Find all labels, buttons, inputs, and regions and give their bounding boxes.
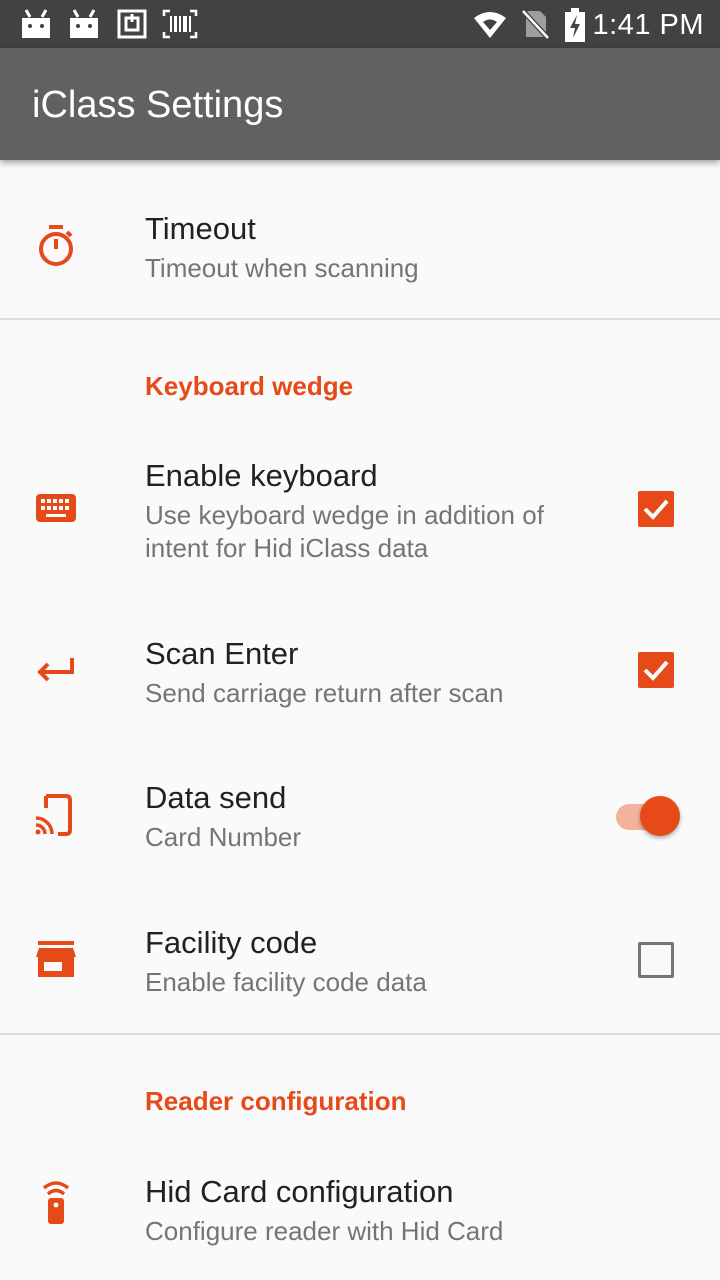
enable-keyboard-checkbox[interactable] [638, 491, 674, 527]
return-icon [37, 658, 74, 682]
battery-charging-icon [565, 8, 585, 42]
facility-code-summary: Enable facility code data [145, 967, 427, 997]
remote-icon [42, 1181, 70, 1224]
facility-code-checkbox[interactable] [638, 942, 674, 978]
barcode-icon [162, 9, 198, 39]
keyboard-icon [36, 494, 76, 522]
divider [0, 318, 720, 320]
wifi-icon [474, 12, 506, 38]
data-send-title: Data send [145, 780, 287, 815]
timeout-summary: Timeout when scanning [145, 253, 419, 283]
data-send-preference[interactable]: Data send Card Number [0, 760, 720, 880]
settings-list: Timeout Timeout when scanning Keyboard w… [0, 160, 720, 1280]
hid-card-title: Hid Card configuration [145, 1174, 454, 1209]
store-icon [36, 941, 76, 977]
timeout-preference[interactable]: Timeout Timeout when scanning [0, 160, 720, 318]
enable-keyboard-title: Enable keyboard [145, 458, 378, 493]
timer-icon [39, 225, 73, 266]
switch-thumb [640, 796, 680, 836]
hid-card-configuration-preference[interactable]: Hid Card configuration Configure reader … [0, 1150, 720, 1280]
enable-keyboard-preference[interactable]: Enable keyboard Use keyboard wedge in ad… [0, 430, 720, 580]
app-bar: iClass Settings [0, 48, 720, 160]
data-send-summary: Card Number [145, 822, 302, 852]
scan-enter-summary: Send carriage return after scan [145, 678, 504, 708]
status-time: 1:41 PM [592, 9, 704, 41]
scan-enter-preference[interactable]: Scan Enter Send carriage return after sc… [0, 610, 720, 730]
divider [0, 1033, 720, 1035]
facility-code-preference[interactable]: Facility code Enable facility code data [0, 905, 720, 1025]
enable-keyboard-summary: Use keyboard wedge in addition of intent… [145, 500, 544, 563]
hid-card-summary: Configure reader with Hid Card [145, 1216, 504, 1246]
no-sim-icon [521, 9, 550, 40]
scan-enter-title: Scan Enter [145, 636, 299, 671]
status-bar: 1:41 PM [0, 0, 720, 48]
check-icon [643, 499, 669, 520]
android-icon [70, 9, 98, 38]
data-send-switch[interactable] [616, 794, 684, 840]
category-reader-configuration: Reader configuration [145, 1086, 407, 1116]
cast-icon [35, 794, 72, 836]
nfc-icon [117, 9, 147, 39]
facility-code-title: Facility code [145, 925, 318, 960]
page-title: iClass Settings [32, 84, 284, 126]
category-keyboard-wedge: Keyboard wedge [145, 371, 354, 401]
android-icon [22, 9, 50, 38]
scan-enter-checkbox[interactable] [638, 652, 674, 688]
timeout-title: Timeout [145, 211, 256, 246]
check-icon [643, 660, 669, 681]
